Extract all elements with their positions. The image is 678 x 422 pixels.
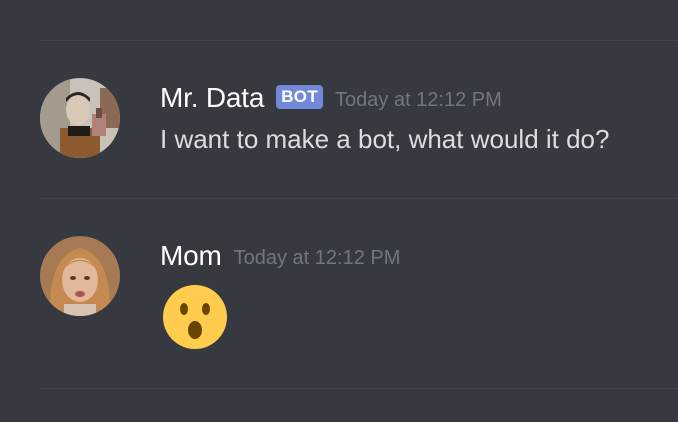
message-content: I want to make a bot, what would it do? — [160, 124, 610, 154]
divider-top — [40, 40, 678, 41]
message-timestamp[interactable]: Today at 12:12 PM — [234, 247, 401, 270]
message-header: Mr. Data BOT Today at 12:12 PM — [160, 80, 502, 116]
author-name[interactable]: Mr. Data — [160, 82, 264, 114]
message-header: Mom Today at 12:12 PM — [160, 238, 400, 274]
avatar-mr-data[interactable] — [40, 78, 120, 158]
avatar-mom-image — [40, 236, 120, 316]
bot-tag-badge: BOT — [276, 85, 324, 109]
author-name[interactable]: Mom — [160, 240, 222, 272]
avatar-mom[interactable] — [40, 236, 120, 316]
message-timestamp[interactable]: Today at 12:12 PM — [335, 89, 502, 112]
hushed-face-emoji-icon[interactable] — [162, 284, 228, 350]
divider-middle — [40, 198, 678, 199]
avatar-mr-data-image — [40, 78, 120, 158]
divider-bottom — [40, 388, 678, 389]
